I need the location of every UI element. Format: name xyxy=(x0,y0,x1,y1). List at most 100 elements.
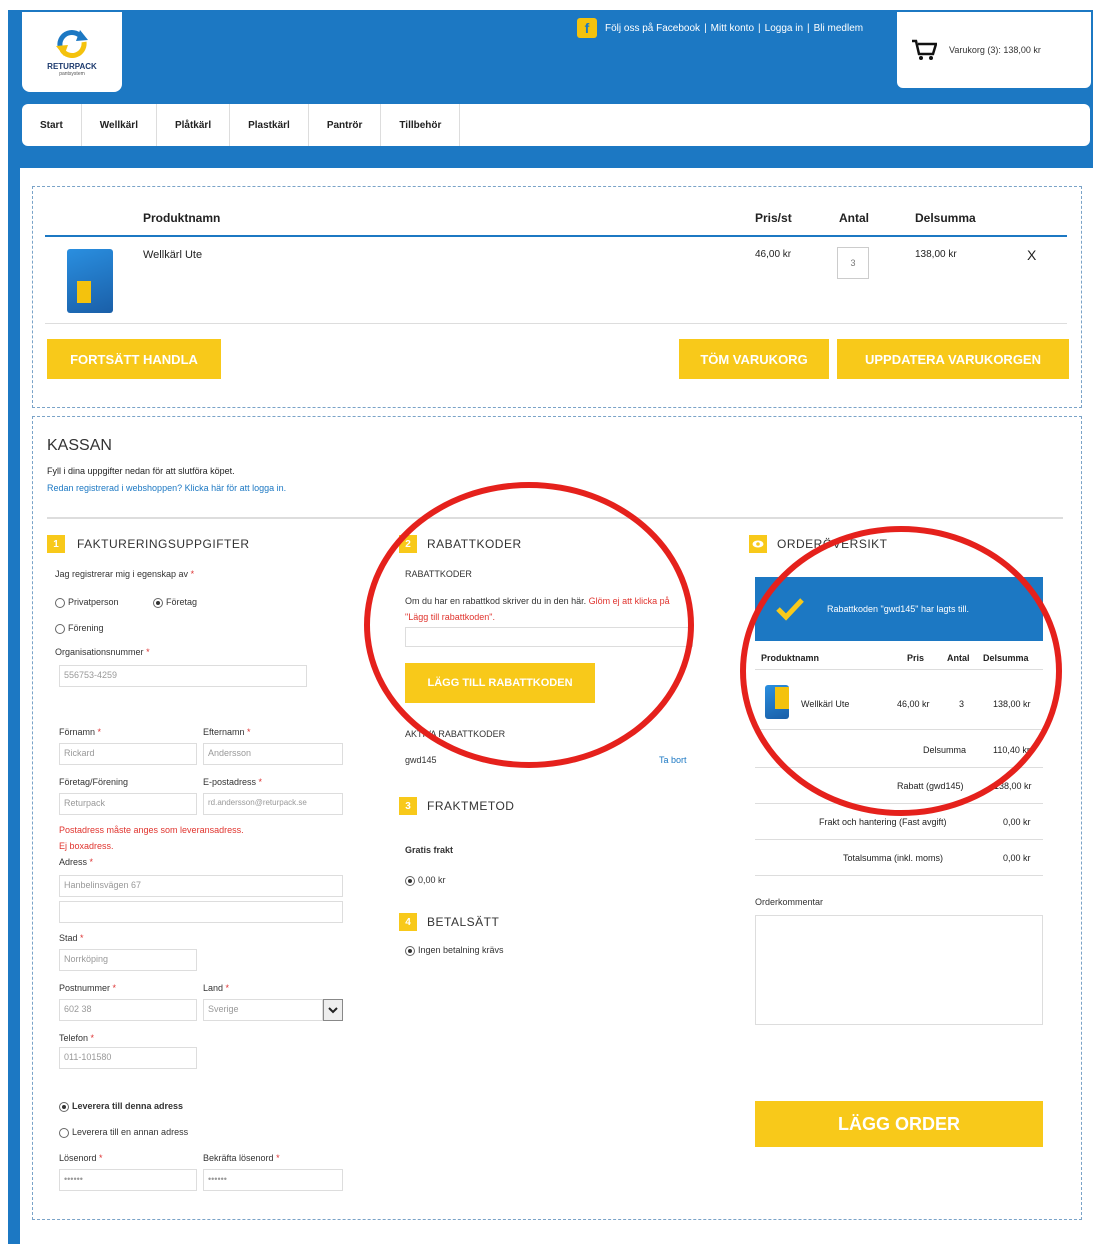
section-number-4: 4 xyxy=(399,913,417,931)
remove-item-button[interactable]: X xyxy=(1027,247,1036,263)
ov-product-price: 46,00 kr xyxy=(897,699,930,709)
checkout-title: KASSAN xyxy=(47,437,112,454)
radio-deliver-same[interactable] xyxy=(59,1101,69,1112)
separator: | xyxy=(758,22,761,34)
zip-label: Postnummer * xyxy=(59,983,117,993)
password-field[interactable]: •••••• xyxy=(59,1169,197,1191)
nav-start[interactable]: Start xyxy=(22,104,82,146)
discount-subtitle: RABATTKODER xyxy=(405,569,472,579)
option-private[interactable]: Privatperson xyxy=(55,597,119,608)
checkout-section: KASSAN Fyll i dina uppgifter nedan för a… xyxy=(32,416,1082,1220)
shipping-title: FRAKTMETOD xyxy=(427,799,515,813)
nav-platkarl[interactable]: Plåtkärl xyxy=(157,104,231,146)
radio-shipping[interactable] xyxy=(405,875,415,886)
nav-tillbehor[interactable]: Tillbehör xyxy=(381,104,461,146)
address-label: Adress * xyxy=(59,857,94,867)
top-links: f Följ oss på Facebook | Mitt konto | Lo… xyxy=(577,18,863,38)
login-link[interactable]: Logga in xyxy=(765,23,803,34)
cart-summary[interactable]: Varukorg (3): 138,00 kr xyxy=(897,12,1091,88)
ov-product-subtotal: 138,00 kr xyxy=(993,699,1031,709)
shipping-method: Gratis frakt xyxy=(405,845,454,855)
logo[interactable]: RETURPACK pantsystem xyxy=(22,12,122,92)
ov-divider xyxy=(755,729,1043,730)
option-association[interactable]: Förening xyxy=(55,623,104,634)
radio-deliver-other[interactable] xyxy=(59,1127,69,1138)
continue-shopping-button[interactable]: FORTSÄTT HANDLA xyxy=(47,339,221,379)
checkout-divider xyxy=(47,517,1063,519)
radio-company[interactable] xyxy=(153,597,163,608)
billing-title: FAKTURERINGSUPPGIFTER xyxy=(77,537,250,551)
product-image[interactable] xyxy=(67,249,113,313)
zip-field[interactable]: 602 38 xyxy=(59,999,197,1021)
register-as-label: Jag registrerar mig i egenskap av * xyxy=(55,569,195,579)
discount-code-input[interactable] xyxy=(405,627,693,647)
active-discounts-label: AKTIVA RABATTKODER xyxy=(405,729,506,739)
cart-section: Produktnamn Pris/st Antal Delsumma Wellk… xyxy=(32,186,1082,408)
facebook-icon[interactable]: f xyxy=(577,18,597,38)
quantity-input[interactable]: 3 xyxy=(837,247,869,279)
account-link[interactable]: Mitt konto xyxy=(711,23,754,34)
facebook-link[interactable]: Följ oss på Facebook xyxy=(605,23,700,34)
last-name-field[interactable]: Andersson xyxy=(203,743,343,765)
ov-divider xyxy=(755,875,1043,876)
first-name-label: Förnamn * xyxy=(59,727,102,737)
chevron-down-icon[interactable] xyxy=(323,999,343,1021)
radio-private[interactable] xyxy=(55,597,65,608)
logo-subtext: pantsystem xyxy=(59,70,85,77)
deliver-same-option[interactable]: Leverera till denna adress xyxy=(59,1101,183,1112)
shipping-option[interactable]: 0,00 kr xyxy=(405,875,446,886)
first-name-field[interactable]: Rickard xyxy=(59,743,197,765)
add-discount-button[interactable]: LÄGG TILL RABATTKODEN xyxy=(405,663,595,703)
email-field[interactable]: rd.andersson@returpack.se xyxy=(203,793,343,815)
phone-field[interactable]: 011-101580 xyxy=(59,1047,197,1069)
place-order-button[interactable]: LÄGG ORDER xyxy=(755,1101,1043,1147)
remove-discount-link[interactable]: Ta bort xyxy=(659,755,687,765)
ov-total-label: Totalsumma (inkl. moms) xyxy=(843,853,944,863)
confirm-password-label: Bekräfta lösenord * xyxy=(203,1153,280,1163)
row-divider xyxy=(45,323,1067,324)
empty-cart-button[interactable]: TÖM VARUKORG xyxy=(679,339,829,379)
company-field[interactable]: Returpack xyxy=(59,793,197,815)
ov-product-qty: 3 xyxy=(959,699,965,709)
address-note-2: Ej boxadress. xyxy=(59,841,114,851)
org-number-field[interactable]: 556753-4259 xyxy=(59,665,307,687)
product-name[interactable]: Wellkärl Ute xyxy=(143,249,202,261)
section-number-3: 3 xyxy=(399,797,417,815)
ov-divider xyxy=(755,839,1043,840)
update-cart-button[interactable]: UPPDATERA VARUKORGEN xyxy=(837,339,1069,379)
deliver-other-option[interactable]: Leverera till en annan adress xyxy=(59,1127,188,1138)
ov-header-price: Pris xyxy=(907,653,925,663)
radio-payment[interactable] xyxy=(405,945,415,956)
discount-title: RABATTKODER xyxy=(427,537,522,551)
country-label: Land * xyxy=(203,983,230,993)
option-company[interactable]: Företag xyxy=(153,597,197,608)
radio-association[interactable] xyxy=(55,623,65,634)
company-label: Företag/Förening xyxy=(59,777,129,787)
ov-discount-value: -138,00 kr xyxy=(991,781,1032,791)
nav-pantror[interactable]: Pantrör xyxy=(309,104,382,146)
nav-plastkarl[interactable]: Plastkärl xyxy=(230,104,309,146)
ov-product-image xyxy=(765,685,789,719)
active-discount-code: gwd145 xyxy=(405,755,437,765)
payment-option[interactable]: Ingen betalning krävs xyxy=(405,945,504,956)
ov-header-name: Produktnamn xyxy=(761,653,820,663)
address-field-2[interactable] xyxy=(59,901,343,923)
confirm-password-field[interactable]: •••••• xyxy=(203,1169,343,1191)
order-comment-textarea[interactable] xyxy=(755,915,1043,1025)
logo-text: RETURPACK xyxy=(47,61,97,71)
ov-divider xyxy=(755,669,1043,670)
ov-header-qty: Antal xyxy=(947,653,970,663)
ov-divider xyxy=(755,803,1043,804)
country-select[interactable]: Sverige xyxy=(203,999,323,1021)
login-prompt-link[interactable]: Redan registrerad i webshoppen? Klicka h… xyxy=(47,483,286,493)
ov-shipping-label: Frakt och hantering (Fast avgift) xyxy=(819,817,947,827)
separator: | xyxy=(704,22,707,34)
city-field[interactable]: Norrköping xyxy=(59,949,197,971)
order-comment-label: Orderkommentar xyxy=(755,897,824,907)
col-header-name: Produktnamn xyxy=(143,211,221,225)
member-link[interactable]: Bli medlem xyxy=(814,23,863,34)
address-note: Postadress måste anges som leveransadres… xyxy=(59,825,244,835)
product-price: 46,00 kr xyxy=(755,249,792,260)
address-field[interactable]: Hanbelinsvägen 67 xyxy=(59,875,343,897)
nav-wellkarl[interactable]: Wellkärl xyxy=(82,104,157,146)
